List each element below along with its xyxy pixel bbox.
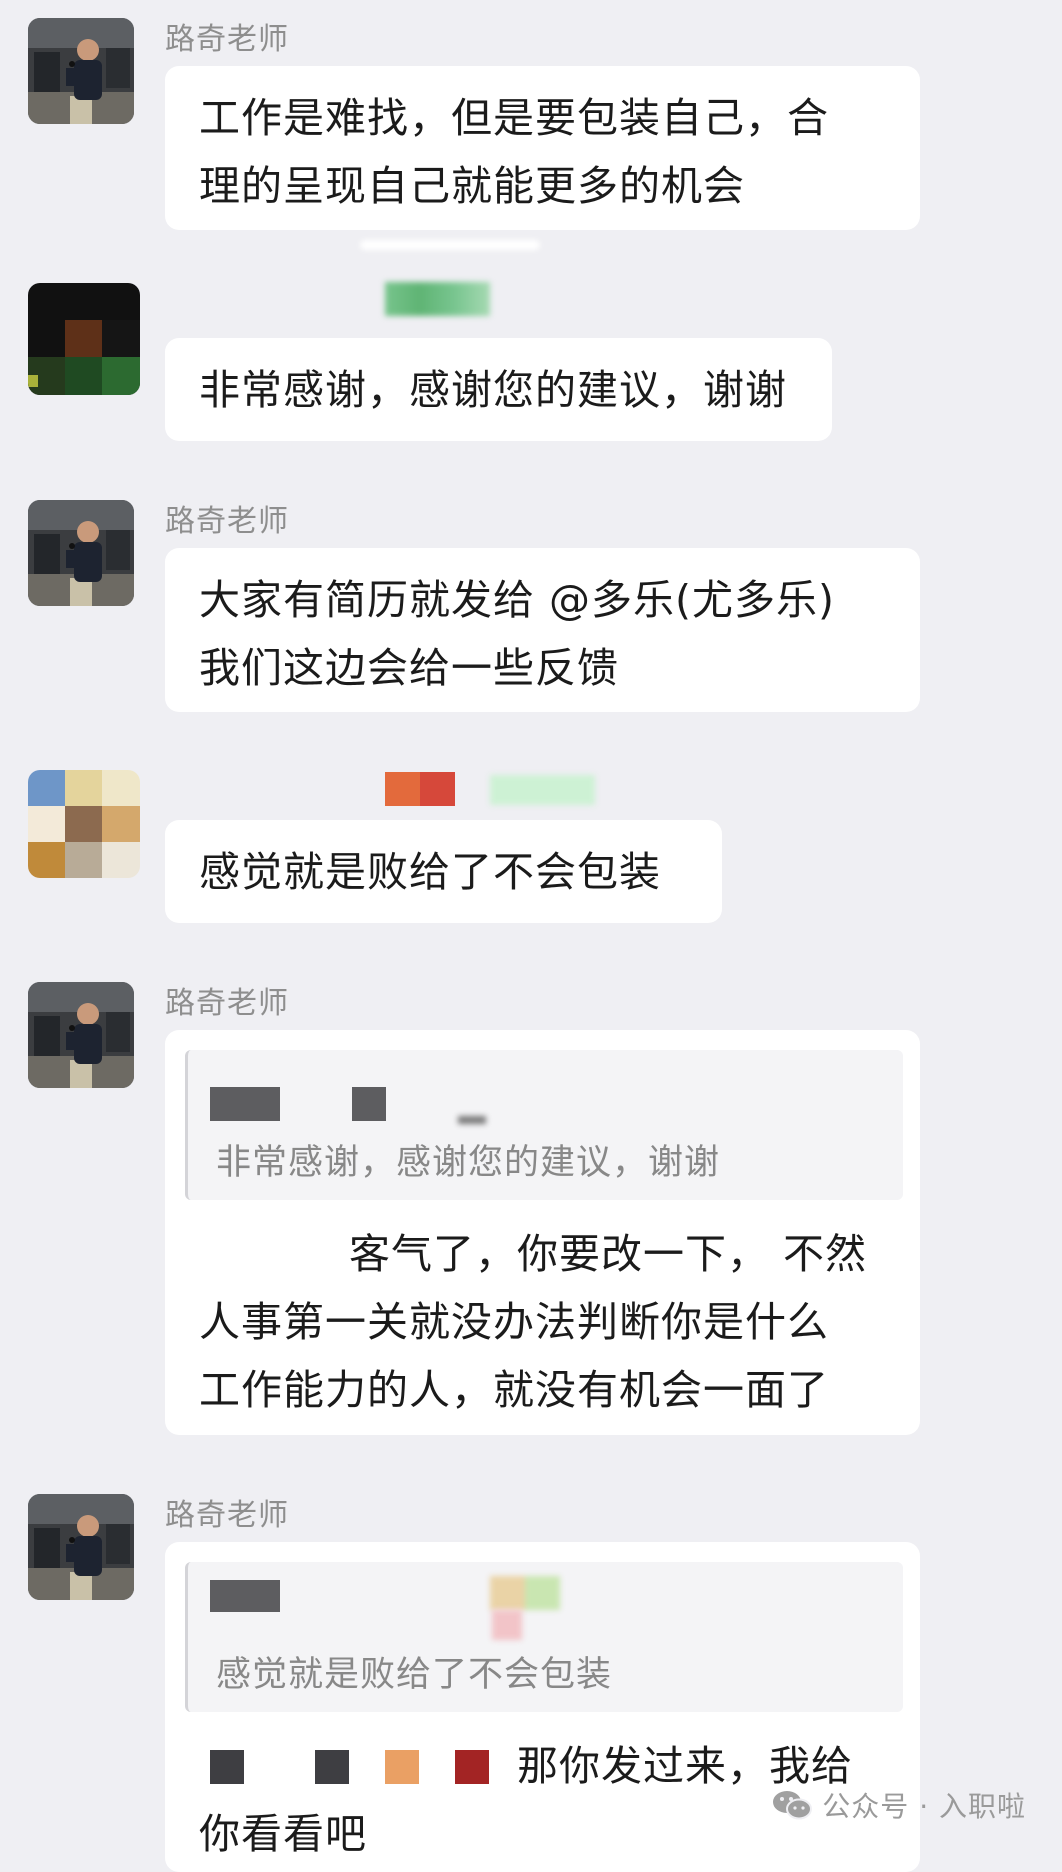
message-line: 客气了，你要改一下， 不然: [349, 1230, 868, 1278]
redacted-quote-sender: [210, 1580, 280, 1612]
avatar[interactable]: [28, 500, 134, 606]
divider: [360, 240, 540, 250]
teacher-avatar-image: [28, 1494, 134, 1600]
message-bubble[interactable]: 大家有简历就发给 @多乐(尤多乐) 我们这边会给一些反馈: [165, 548, 920, 712]
avatar[interactable]: [28, 18, 134, 124]
pixelated-avatar-dark: [28, 283, 140, 395]
avatar[interactable]: [28, 770, 140, 878]
redacted-sender-name: [420, 772, 455, 806]
message-line: 人事第一关就没办法判断你是什么: [199, 1298, 829, 1346]
redacted-quote-sender: [492, 1610, 522, 1640]
pixelated-avatar-colorful: [28, 770, 140, 878]
avatar[interactable]: [28, 283, 140, 395]
sender-name: 路奇老师: [165, 1498, 289, 1533]
redacted-quote-sender: [490, 1576, 560, 1610]
wechat-icon: [773, 1791, 813, 1820]
watermark-text: 公众号 · 入职啦: [822, 1790, 1026, 1823]
message-bubble[interactable]: 感觉就是败给了不会包装: [165, 820, 722, 923]
redacted-sender-name: [490, 775, 595, 805]
message-line: 感觉就是败给了不会包装: [199, 848, 661, 896]
reply-text: 客气了，你要改一下， 不然 人事第一关就没办法判断你是什么 工作能力的人，就没有…: [165, 1220, 920, 1424]
avatar[interactable]: [28, 1494, 134, 1600]
watermark: 公众号 · 入职啦: [772, 1785, 1026, 1825]
quoted-message-text: 感觉就是败给了不会包装: [216, 1655, 613, 1695]
avatar[interactable]: [28, 982, 134, 1088]
teacher-avatar-image: [28, 500, 134, 606]
redacted-sender-name: [385, 282, 490, 316]
redacted-quote-sender: [352, 1087, 386, 1121]
quoted-message-text: 非常感谢，感谢您的建议，谢谢: [216, 1143, 721, 1183]
sender-name: 路奇老师: [165, 986, 289, 1021]
redacted-quote-sender: [458, 1116, 486, 1124]
message-line: 非常感谢，感谢您的建议，谢谢: [199, 366, 787, 414]
message-line: 工作是难找，但是要包装自己，合: [199, 94, 829, 142]
redacted-sender-name: [385, 772, 420, 806]
message-bubble[interactable]: 工作是难找，但是要包装自己，合 理的呈现自己就能更多的机会: [165, 66, 920, 230]
message-bubble[interactable]: 非常感谢，感谢您的建议，谢谢: [165, 338, 832, 441]
teacher-avatar-image: [28, 18, 134, 124]
message-line: 工作能力的人，就没有机会一面了: [199, 1366, 829, 1414]
message-line: 理的呈现自己就能更多的机会: [199, 162, 745, 210]
sender-name: 路奇老师: [165, 504, 289, 539]
message-line: 大家有简历就发给 @多乐(尤多乐): [199, 576, 836, 624]
teacher-avatar-image: [28, 982, 134, 1088]
sender-name: 路奇老师: [165, 22, 289, 57]
redacted-quote-sender: [210, 1087, 280, 1121]
message-line: 我们这边会给一些反馈: [199, 644, 619, 692]
